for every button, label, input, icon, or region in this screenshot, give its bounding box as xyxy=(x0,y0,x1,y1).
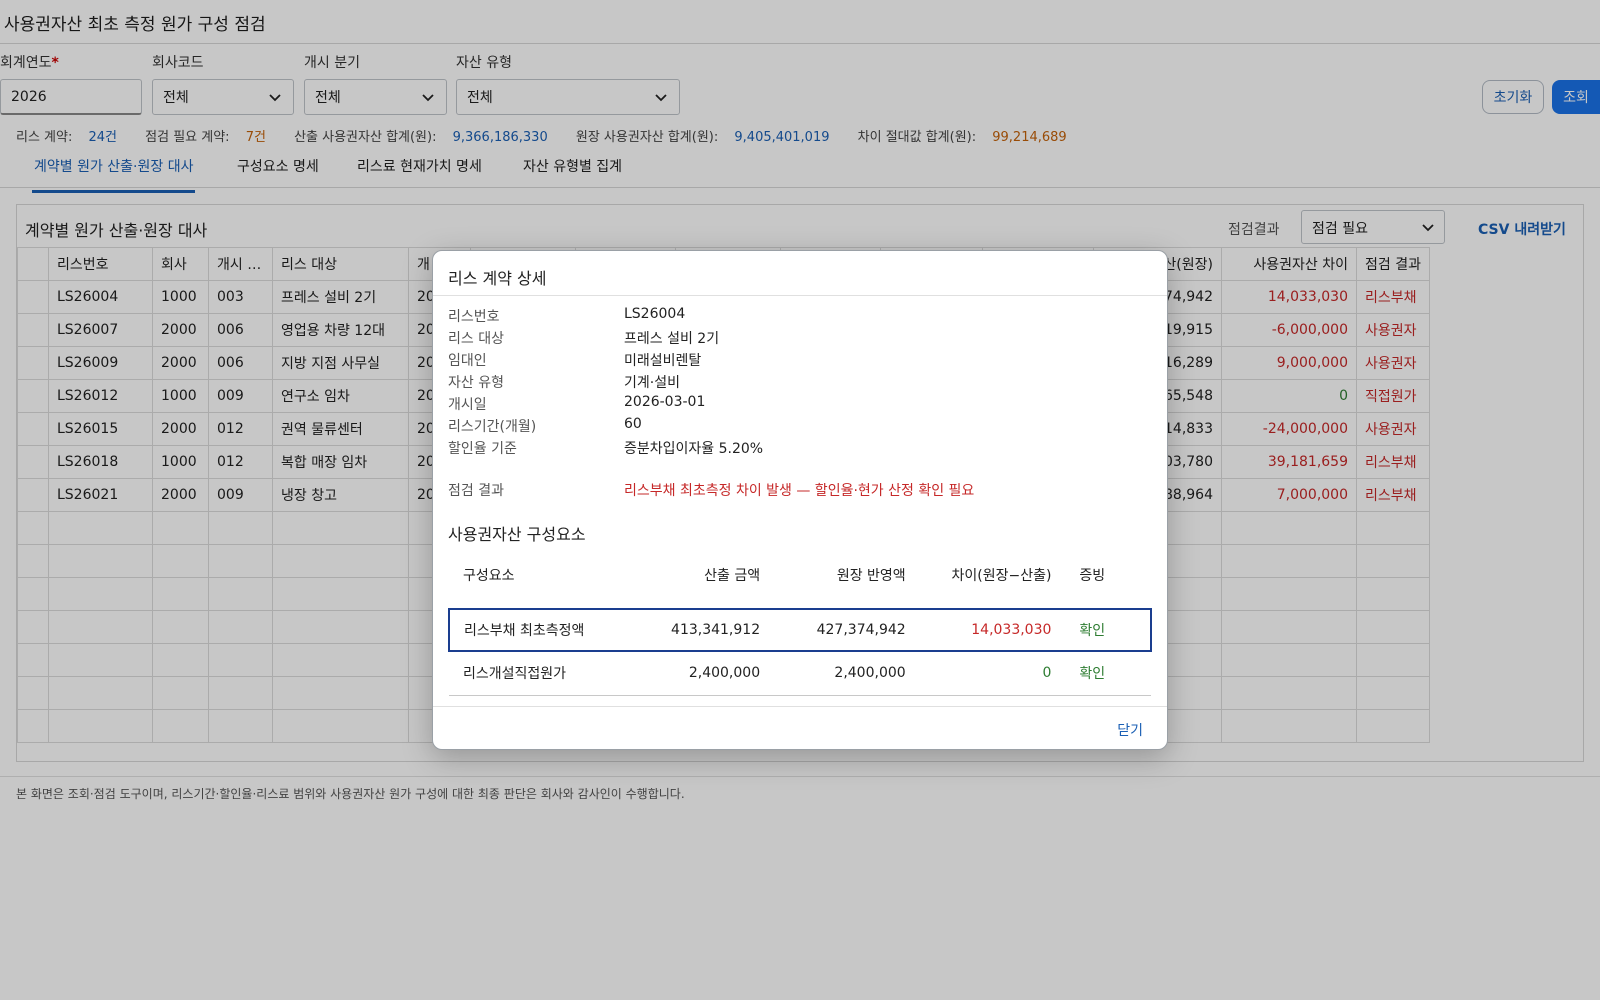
col-ledger-amount: 원장 반영액 xyxy=(836,568,906,584)
detail-value: 기계·설비 xyxy=(624,375,680,391)
component-evidence: 확인 xyxy=(1065,608,1152,652)
component-evidence: 확인 xyxy=(1065,651,1151,696)
component-name: 리스부채 최초측정액 xyxy=(447,608,635,652)
detail-row: 임대인 미래설비렌탈 xyxy=(448,350,701,370)
detail-row: 개시일 2026-03-01 xyxy=(448,394,705,414)
detail-key: 리스번호 xyxy=(448,309,500,325)
modal-header-divider xyxy=(433,295,1167,296)
component-header-row: 구성요소 산출 금액 원장 반영액 차이(원장−산출) 증빙 xyxy=(449,553,1151,597)
component-name: 리스개설직접원가 xyxy=(449,651,635,696)
detail-row: 리스번호 LS26004 xyxy=(448,306,685,326)
detail-key: 리스 대상 xyxy=(448,331,504,347)
detail-value: 프레스 설비 2기 xyxy=(624,331,720,347)
detail-key: 자산 유형 xyxy=(448,375,504,391)
detail-row: 할인율 기준 증분차입이자율 5.20% xyxy=(448,438,763,458)
detail-row: 자산 유형 기계·설비 xyxy=(448,372,680,392)
modal-footer-divider xyxy=(433,706,1167,707)
component-ledger: 427,374,942 xyxy=(774,608,920,652)
component-table: 구성요소 산출 금액 원장 반영액 차이(원장−산출) 증빙 리스부채 최초측정… xyxy=(447,553,1152,696)
component-calc: 413,341,912 xyxy=(634,608,775,652)
col-component: 구성요소 xyxy=(463,568,515,584)
component-diff: 14,033,030 xyxy=(919,608,1066,652)
component-ledger: 2,400,000 xyxy=(774,651,920,696)
detail-value: 60 xyxy=(624,416,642,432)
col-calc-amount: 산출 금액 xyxy=(704,568,761,584)
detail-value: 2026-03-01 xyxy=(624,394,706,410)
component-section-title: 사용권자산 구성요소 xyxy=(448,525,586,544)
detail-key: 할인율 기준 xyxy=(448,441,517,457)
modal-title: 리스 계약 상세 xyxy=(448,269,547,288)
detail-row: 리스 대상 프레스 설비 2기 xyxy=(448,328,719,348)
detail-key: 리스기간(개월) xyxy=(448,419,537,435)
col-evidence: 증빙 xyxy=(1079,568,1106,584)
lease-detail-modal: 리스 계약 상세 리스번호 LS26004 리스 대상 프레스 설비 2기임대인 미래설… xyxy=(432,250,1168,750)
component-diff: 0 xyxy=(919,651,1066,696)
component-row-selected[interactable]: 리스부채 최초측정액 413,341,912 427,374,942 14,03… xyxy=(447,608,1152,652)
component-row[interactable]: 리스개설직접원가 2,400,000 2,400,000 0 확인 xyxy=(449,651,1151,696)
detail-value: LS26004 xyxy=(624,306,686,322)
col-diff: 차이(원장−산출) xyxy=(951,568,1052,584)
detail-key: 임대인 xyxy=(448,353,487,369)
detail-result: 점검 결과 리스부채 최초측정 차이 발생 — 할인율·현가 산정 확인 필요 xyxy=(448,483,975,499)
detail-row: 리스기간(개월) 60 xyxy=(448,416,642,436)
detail-value: 미래설비렌탈 xyxy=(624,353,702,369)
component-calc: 2,400,000 xyxy=(634,651,775,696)
close-button[interactable]: 닫기 xyxy=(1117,720,1143,740)
detail-key: 개시일 xyxy=(448,397,487,413)
detail-value: 증분차입이자율 5.20% xyxy=(624,441,764,457)
